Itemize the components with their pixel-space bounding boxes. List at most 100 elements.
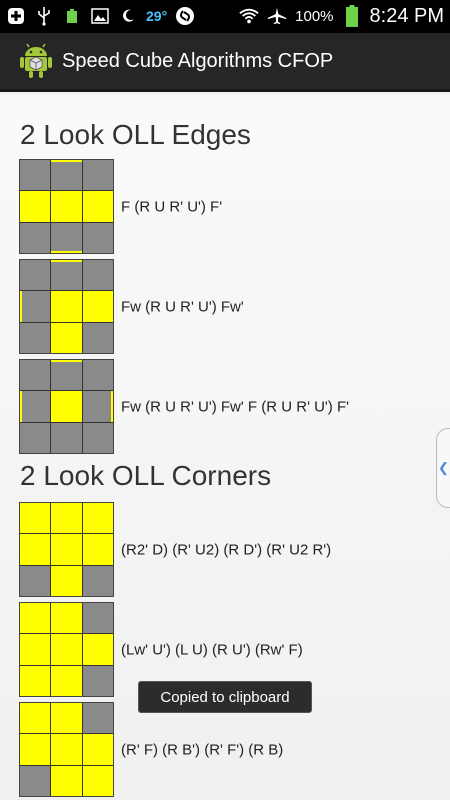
cube-face-diagram: [19, 259, 114, 354]
cube-sticker: [51, 603, 82, 634]
side-sticker-marker: [20, 391, 22, 422]
cube-sticker: [82, 360, 113, 391]
cube-sticker: [51, 291, 82, 322]
cube-sticker: [82, 765, 113, 796]
temperature: 29°: [146, 8, 168, 24]
cube-sticker: [82, 291, 113, 322]
cube-sticker: [82, 322, 113, 353]
status-right-icons: 100% 8:24 PM: [239, 4, 444, 28]
cube-sticker: [82, 534, 113, 565]
app-title: Speed Cube Algorithms CFOP: [62, 49, 334, 72]
cube-sticker: [20, 260, 51, 291]
cube-sticker: [51, 565, 82, 596]
image-icon: [90, 6, 110, 26]
airplane-icon: [267, 6, 287, 26]
plus-badge-icon: [6, 6, 26, 26]
cube-sticker: [51, 734, 82, 765]
cube-sticker: [82, 422, 113, 453]
cube-sticker: [82, 665, 113, 696]
algorithm-row[interactable]: Fw (R U R' U') Fw': [19, 259, 449, 354]
section-title-oll-corners: 2 Look OLL Corners: [20, 460, 272, 491]
algorithm-text[interactable]: F (R U R' U') F': [121, 198, 222, 215]
cube-sticker: [20, 360, 51, 391]
cube-sticker: [20, 191, 51, 222]
cube-sticker: [51, 391, 82, 422]
cube-sticker: [82, 160, 113, 191]
cube-sticker: [20, 765, 51, 796]
cube-sticker: [20, 703, 51, 734]
algorithm-row[interactable]: (R' F) (R B') (R' F') (R B): [19, 702, 449, 797]
battery-icon: [342, 5, 362, 27]
algorithm-text[interactable]: (R' F) (R B') (R' F') (R B): [121, 741, 283, 758]
side-sticker-marker: [111, 391, 113, 422]
android-app-icon[interactable]: [18, 43, 54, 79]
side-sticker-marker: [20, 291, 22, 322]
cube-sticker: [20, 222, 51, 253]
algorithm-text[interactable]: (R2' D) (R' U2) (R D') (R' U2 R'): [121, 541, 331, 558]
cube-sticker: [20, 291, 51, 322]
cube-face-diagram: [19, 359, 114, 454]
cube-sticker: [82, 391, 113, 422]
cube-sticker: [51, 160, 82, 191]
side-sticker-marker: [51, 160, 82, 162]
toast-message: Copied to clipboard: [138, 681, 312, 713]
cube-sticker: [20, 391, 51, 422]
algorithm-row[interactable]: F (R U R' U') F': [19, 159, 449, 254]
cube-sticker: [82, 260, 113, 291]
algorithm-row[interactable]: (R2' D) (R' U2) (R D') (R' U2 R'): [19, 502, 449, 597]
cube-sticker: [51, 503, 82, 534]
battery-small-icon: [62, 6, 82, 26]
action-bar: Speed Cube Algorithms CFOP: [0, 33, 450, 92]
cube-face-diagram: [19, 702, 114, 797]
cube-sticker: [51, 422, 82, 453]
cube-sticker: [51, 534, 82, 565]
moon-icon: [118, 6, 138, 26]
cube-sticker: [20, 734, 51, 765]
cube-sticker: [20, 422, 51, 453]
chevron-left-icon: ❮: [438, 460, 449, 475]
status-bar: 29° 100% 8:24 PM: [0, 0, 450, 33]
cube-sticker: [51, 765, 82, 796]
algorithm-text[interactable]: Fw (R U R' U') Fw' F (R U R' U') F': [121, 398, 349, 415]
cube-sticker: [20, 634, 51, 665]
cube-sticker: [82, 703, 113, 734]
side-sticker-marker: [51, 251, 82, 253]
clock: 8:24 PM: [369, 4, 444, 27]
section-title-oll-edges: 2 Look OLL Edges: [20, 119, 251, 150]
shazam-icon: [175, 6, 195, 26]
cube-sticker: [82, 603, 113, 634]
cube-sticker: [82, 503, 113, 534]
algorithm-text[interactable]: (Lw' U') (L U) (R U') (Rw' F): [121, 641, 303, 658]
cube-sticker: [20, 603, 51, 634]
cube-face-diagram: [19, 159, 114, 254]
cube-sticker: [20, 160, 51, 191]
battery-percent: 100%: [295, 7, 334, 25]
wifi-icon: [239, 6, 259, 26]
algorithm-row[interactable]: Fw (R U R' U') Fw' F (R U R' U') F': [19, 359, 449, 454]
cube-sticker: [51, 191, 82, 222]
cube-sticker: [51, 703, 82, 734]
cube-sticker: [20, 503, 51, 534]
side-sticker-marker: [51, 260, 82, 262]
cube-sticker: [82, 565, 113, 596]
cube-sticker: [20, 565, 51, 596]
usb-icon: [34, 6, 54, 26]
cube-sticker: [51, 260, 82, 291]
cube-sticker: [51, 634, 82, 665]
cube-sticker: [51, 322, 82, 353]
cube-sticker: [82, 734, 113, 765]
algorithm-text[interactable]: Fw (R U R' U') Fw': [121, 298, 244, 315]
cube-sticker: [82, 191, 113, 222]
cube-sticker: [20, 665, 51, 696]
cube-sticker: [51, 222, 82, 253]
side-sticker-marker: [51, 360, 82, 362]
cube-sticker: [51, 360, 82, 391]
cube-sticker: [82, 222, 113, 253]
side-drawer-handle[interactable]: ❮: [436, 428, 450, 508]
cube-sticker: [51, 665, 82, 696]
cube-face-diagram: [19, 602, 114, 697]
cube-face-diagram: [19, 502, 114, 597]
cube-sticker: [20, 534, 51, 565]
cube-sticker: [20, 322, 51, 353]
cube-sticker: [82, 634, 113, 665]
